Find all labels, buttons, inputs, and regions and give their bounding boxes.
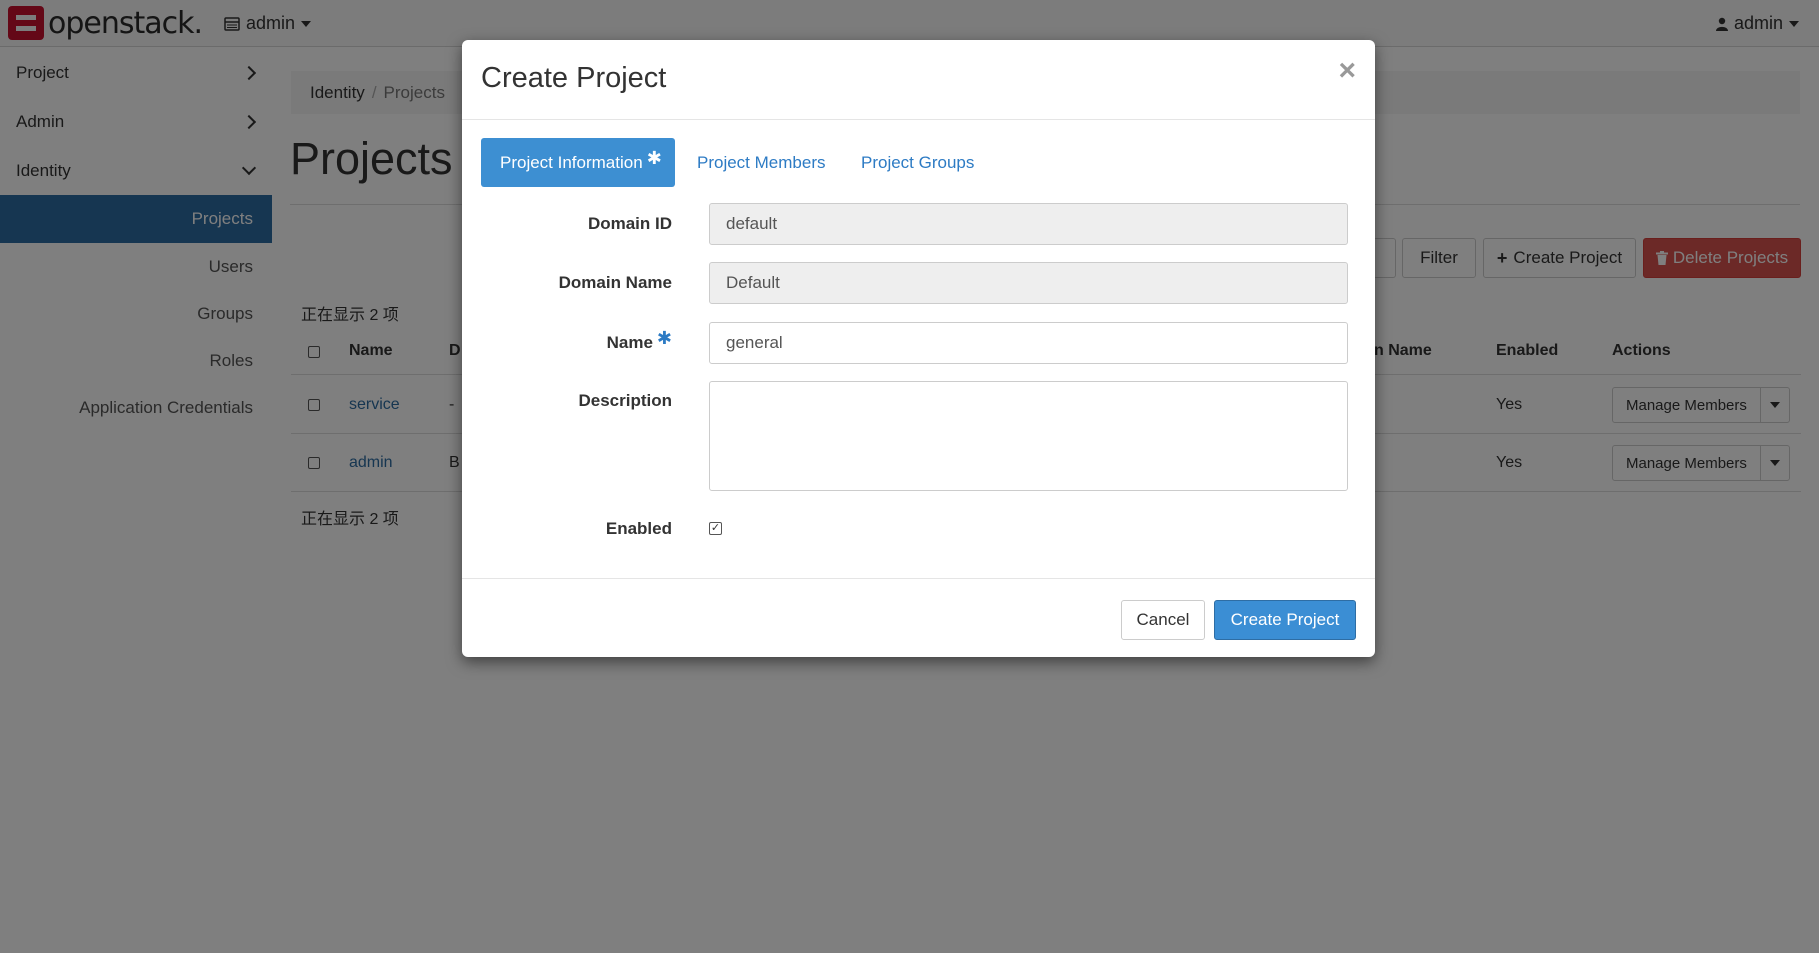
tab-label: Project Information [500, 152, 643, 172]
required-icon: ✱ [646, 148, 662, 168]
name-label: Name ✱ [606, 328, 672, 353]
modal-header: Create Project × [462, 40, 1375, 120]
domain-id-field [709, 203, 1348, 245]
domain-name-label: Domain Name [558, 273, 672, 292]
modal-title: Create Project [481, 62, 667, 94]
name-label-text: Name [606, 333, 653, 352]
tab-project-groups[interactable]: Project Groups [861, 138, 974, 187]
description-textarea[interactable] [709, 381, 1348, 491]
create-project-submit-button[interactable]: Create Project [1214, 600, 1356, 640]
required-icon: ✱ [656, 328, 672, 348]
enabled-checkbox[interactable]: ✓ [709, 522, 722, 535]
tab-project-members[interactable]: Project Members [697, 138, 825, 187]
description-label: Description [578, 391, 672, 410]
close-icon[interactable]: × [1338, 54, 1356, 88]
create-project-modal: Create Project × Project Information ✱ P… [462, 40, 1375, 657]
modal-footer: Cancel Create Project [462, 578, 1375, 657]
enabled-label: Enabled [605, 519, 672, 538]
tab-project-information[interactable]: Project Information ✱ [481, 138, 675, 187]
domain-name-field [709, 262, 1348, 304]
name-field[interactable] [709, 322, 1348, 364]
domain-id-label: Domain ID [587, 214, 672, 233]
cancel-button[interactable]: Cancel [1121, 600, 1205, 640]
